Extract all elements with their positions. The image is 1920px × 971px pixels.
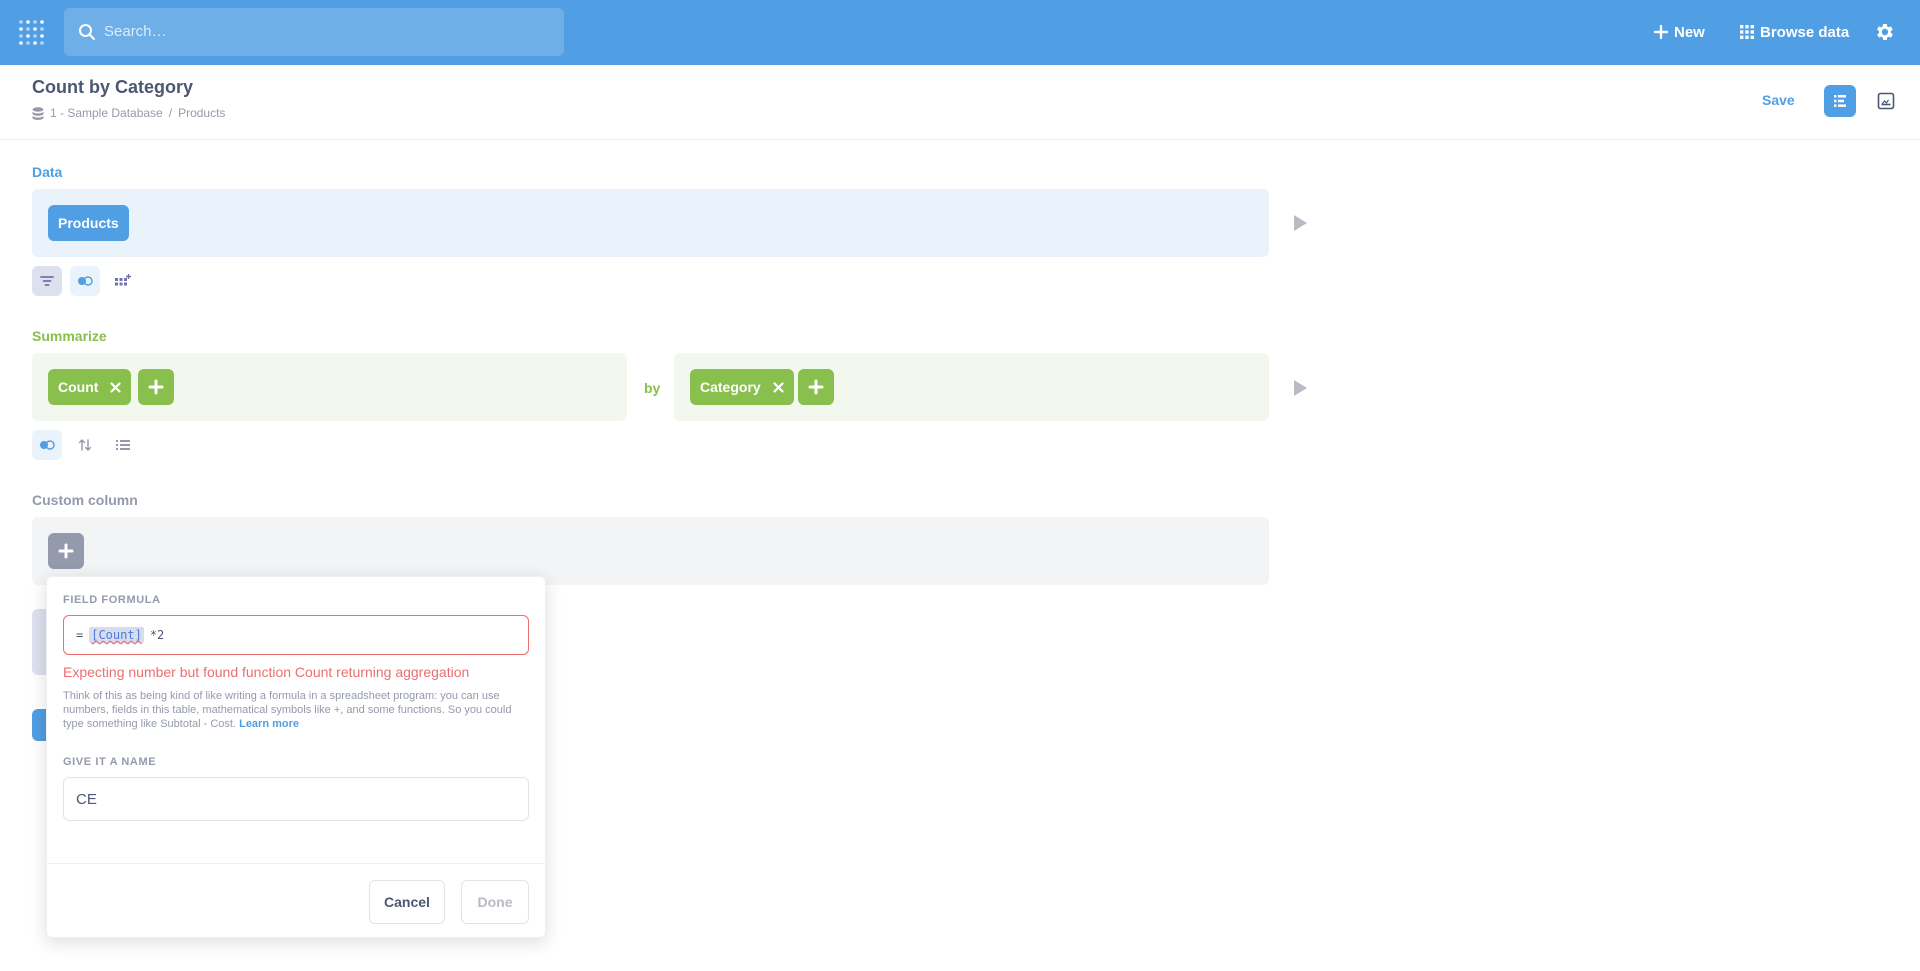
add-metric-button[interactable] bbox=[138, 369, 174, 405]
preview-summarize-step-icon[interactable] bbox=[1294, 380, 1307, 396]
breakout-pill-category[interactable]: Category bbox=[690, 369, 794, 405]
metric-pill-label: Count bbox=[58, 379, 99, 395]
grid-plus-icon bbox=[115, 274, 131, 286]
grid-icon bbox=[1740, 25, 1754, 39]
add-breakout-button[interactable] bbox=[798, 369, 834, 405]
data-section-label: Data bbox=[32, 164, 63, 180]
popover-divider bbox=[47, 863, 545, 864]
visualization-toggle-icon[interactable] bbox=[1877, 92, 1895, 110]
add-custom-column-tool-button[interactable] bbox=[108, 266, 138, 296]
formula-input[interactable]: = [Count] *2 bbox=[63, 615, 529, 655]
close-icon[interactable] bbox=[110, 381, 122, 393]
plus-icon bbox=[808, 379, 824, 395]
plus-icon bbox=[148, 379, 164, 395]
search-bar[interactable]: Search… bbox=[64, 8, 564, 56]
breadcrumb-database[interactable]: 1 - Sample Database bbox=[50, 106, 163, 120]
formula-prefix: = bbox=[76, 628, 84, 642]
data-step-panel: Products bbox=[32, 189, 1269, 257]
close-icon[interactable] bbox=[773, 381, 784, 393]
search-placeholder: Search… bbox=[104, 23, 167, 40]
limit-tool-button[interactable] bbox=[108, 430, 138, 460]
summarize-section-label: Summarize bbox=[32, 328, 107, 344]
breadcrumb: 1 - Sample Database / Products bbox=[32, 106, 225, 120]
sum-toggle-icon bbox=[78, 276, 93, 286]
metabase-logo-icon[interactable] bbox=[18, 18, 46, 48]
summarize-breakout-panel: Category bbox=[674, 353, 1269, 421]
custom-column-section-label: Custom column bbox=[32, 492, 138, 508]
by-label: by bbox=[644, 380, 661, 396]
filter-icon bbox=[40, 276, 54, 286]
field-formula-label: FIELD FORMULA bbox=[63, 594, 161, 606]
summarize-metrics-panel: Count bbox=[32, 353, 627, 421]
notebook-icon bbox=[1834, 95, 1846, 107]
formula-error-message: Expecting number but found function Coun… bbox=[63, 664, 470, 680]
browse-data-label: Browse data bbox=[1760, 23, 1850, 41]
question-header: Count by Category 1 - Sample Database / … bbox=[0, 65, 1920, 140]
table-pill-products[interactable]: Products bbox=[48, 205, 129, 241]
formula-token: [Count] bbox=[89, 627, 144, 643]
sort-tool-button[interactable] bbox=[70, 430, 100, 460]
preview-data-step-icon[interactable] bbox=[1294, 215, 1307, 231]
custom-column-step-panel bbox=[32, 517, 1269, 585]
plus-icon bbox=[58, 543, 74, 559]
list-icon bbox=[116, 440, 130, 450]
add-custom-column-button[interactable] bbox=[48, 533, 84, 569]
sum-toggle-icon bbox=[40, 440, 55, 450]
notebook-editor-toggle-button[interactable] bbox=[1824, 85, 1856, 117]
top-navigation-bar: Search… New Browse data bbox=[0, 0, 1920, 65]
plus-icon bbox=[1654, 25, 1668, 39]
save-button[interactable]: Save bbox=[1762, 92, 1795, 108]
new-button-label: New bbox=[1674, 23, 1705, 41]
gear-icon[interactable] bbox=[1873, 21, 1895, 43]
done-button[interactable]: Done bbox=[461, 880, 529, 924]
table-pill-label: Products bbox=[58, 215, 119, 231]
learn-more-link[interactable]: Learn more bbox=[239, 718, 299, 730]
breakout-pill-label: Category bbox=[700, 379, 761, 395]
name-field-label: GIVE IT A NAME bbox=[63, 756, 157, 768]
page-title: Count by Category bbox=[32, 77, 194, 97]
summarize-tool-button[interactable] bbox=[70, 266, 100, 296]
new-button[interactable]: New bbox=[1654, 21, 1705, 43]
custom-expression-popover: FIELD FORMULA = [Count] *2 Expecting num… bbox=[46, 576, 546, 938]
metric-pill-count[interactable]: Count bbox=[48, 369, 132, 405]
breadcrumb-separator: / bbox=[168, 106, 173, 120]
browse-data-button[interactable]: Browse data bbox=[1740, 21, 1849, 43]
filter-tool-button[interactable] bbox=[32, 266, 62, 296]
formula-help-text: Think of this as being kind of like writ… bbox=[63, 689, 531, 731]
summarize-again-tool-button[interactable] bbox=[32, 430, 62, 460]
cancel-button[interactable]: Cancel bbox=[369, 880, 445, 924]
search-icon bbox=[79, 24, 95, 40]
column-name-value: CE bbox=[76, 790, 97, 808]
database-icon bbox=[32, 106, 44, 120]
sort-icon bbox=[78, 439, 92, 451]
breadcrumb-table[interactable]: Products bbox=[178, 106, 225, 120]
column-name-input[interactable]: CE bbox=[63, 777, 529, 821]
formula-rest: *2 bbox=[149, 628, 165, 642]
